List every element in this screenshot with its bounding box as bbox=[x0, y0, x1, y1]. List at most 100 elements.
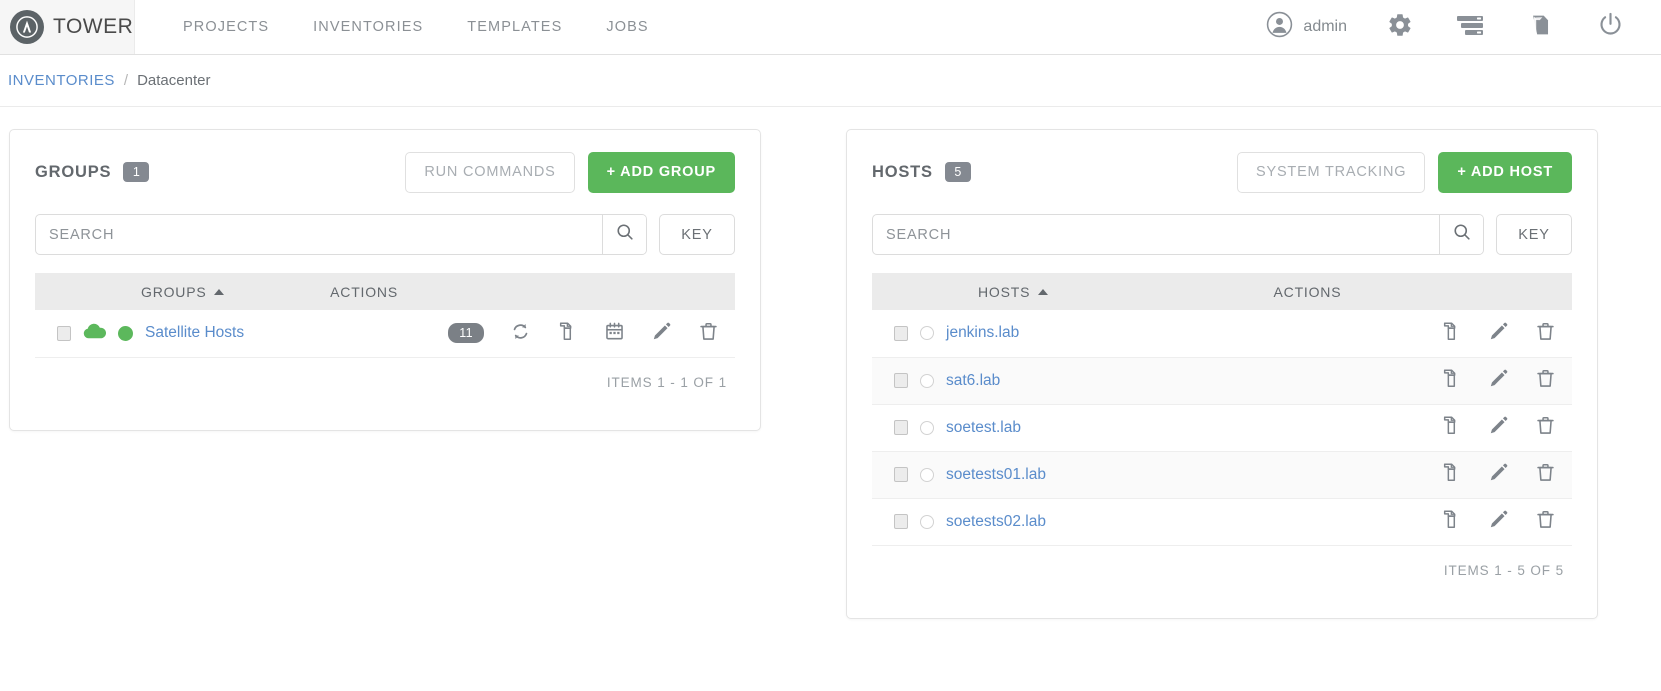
nav-item-inventories[interactable]: INVENTORIES bbox=[291, 0, 445, 54]
system-tracking-button[interactable]: SYSTEM TRACKING bbox=[1237, 151, 1426, 193]
table-row: sat6.lab bbox=[872, 357, 1572, 405]
groups-pagination-summary: ITEMS 1 - 1 OF 1 bbox=[606, 374, 727, 390]
host-name-link[interactable]: sat6.lab bbox=[946, 372, 1000, 390]
host-delete-button[interactable] bbox=[1535, 509, 1556, 534]
pencil-icon bbox=[1488, 462, 1509, 487]
host-row-radio[interactable] bbox=[920, 326, 934, 341]
trash-icon bbox=[1535, 415, 1556, 440]
table-row: soetest.lab bbox=[872, 404, 1572, 452]
table-row: soetests02.lab bbox=[872, 498, 1572, 546]
host-delete-button[interactable] bbox=[1535, 415, 1556, 440]
hosts-search-submit[interactable] bbox=[1439, 215, 1483, 254]
docs-button[interactable] bbox=[1505, 0, 1575, 54]
group-copy-button[interactable] bbox=[557, 321, 578, 346]
groups-panel: GROUPS 1 RUN COMMANDS + ADD GROUP SEARCH… bbox=[9, 129, 761, 431]
groups-search-input[interactable] bbox=[36, 215, 602, 254]
group-host-count-badge: 11 bbox=[448, 323, 484, 344]
host-row-checkbox[interactable] bbox=[894, 373, 908, 388]
host-row-radio[interactable] bbox=[920, 514, 934, 529]
copy-icon bbox=[1441, 509, 1462, 534]
brand-logo-area[interactable]: TOWER bbox=[0, 0, 135, 54]
trash-icon bbox=[1535, 321, 1556, 346]
power-icon bbox=[1597, 11, 1624, 43]
nav-item-templates[interactable]: TEMPLATES bbox=[445, 0, 584, 54]
add-host-button[interactable]: + ADD HOST bbox=[1438, 151, 1572, 193]
copy-icon bbox=[1441, 321, 1462, 346]
host-name-link[interactable]: jenkins.lab bbox=[946, 324, 1019, 342]
groups-search-box[interactable] bbox=[35, 214, 647, 255]
hosts-search-box[interactable] bbox=[872, 214, 1484, 255]
trash-icon bbox=[698, 321, 719, 346]
host-row-radio[interactable] bbox=[920, 373, 934, 388]
hosts-col-name-label: HOSTS bbox=[978, 283, 1031, 300]
host-copy-button[interactable] bbox=[1441, 368, 1462, 393]
groups-header-actions: RUN COMMANDS + ADD GROUP bbox=[405, 151, 735, 193]
sync-icon bbox=[510, 321, 531, 346]
host-row-checkbox[interactable] bbox=[894, 467, 908, 482]
groups-count-badge: 1 bbox=[123, 162, 150, 182]
table-row: jenkins.lab bbox=[872, 310, 1572, 358]
brand-name: TOWER bbox=[53, 15, 134, 38]
groups-search-submit[interactable] bbox=[602, 215, 646, 254]
host-row-radio[interactable] bbox=[920, 420, 934, 435]
groups-col-actions-header: ACTIONS bbox=[330, 273, 735, 310]
group-sync-button[interactable] bbox=[510, 321, 531, 346]
breadcrumb-current: Datacenter bbox=[137, 72, 211, 89]
host-row-checkbox[interactable] bbox=[894, 325, 908, 341]
host-copy-button[interactable] bbox=[1441, 321, 1462, 346]
group-edit-button[interactable] bbox=[651, 321, 672, 346]
host-edit-button[interactable] bbox=[1488, 462, 1509, 487]
group-row-checkbox[interactable] bbox=[57, 325, 71, 341]
primary-nav: PROJECTS INVENTORIES TEMPLATES JOBS bbox=[161, 0, 671, 54]
nav-item-projects[interactable]: PROJECTS bbox=[161, 0, 291, 54]
hosts-key-button[interactable]: KEY bbox=[1496, 214, 1572, 255]
hosts-title: HOSTS bbox=[872, 162, 933, 181]
host-name-link[interactable]: soetest.lab bbox=[946, 419, 1021, 437]
host-row-checkbox[interactable] bbox=[894, 514, 908, 529]
hosts-pagination-summary: ITEMS 1 - 5 OF 5 bbox=[1443, 562, 1564, 578]
group-delete-button[interactable] bbox=[698, 321, 719, 346]
groups-key-button[interactable]: KEY bbox=[659, 214, 735, 255]
group-status-dot bbox=[118, 325, 133, 341]
book-icon bbox=[1527, 12, 1553, 43]
host-edit-button[interactable] bbox=[1488, 321, 1509, 346]
settings-button[interactable] bbox=[1365, 0, 1435, 54]
host-copy-button[interactable] bbox=[1441, 509, 1462, 534]
group-name-link[interactable]: Satellite Hosts bbox=[145, 324, 244, 342]
host-delete-button[interactable] bbox=[1535, 462, 1556, 487]
host-copy-button[interactable] bbox=[1441, 462, 1462, 487]
host-row-radio[interactable] bbox=[920, 467, 934, 482]
hosts-header-actions: SYSTEM TRACKING + ADD HOST bbox=[1237, 151, 1572, 193]
breadcrumb-link-inventories[interactable]: INVENTORIES bbox=[8, 72, 115, 89]
copy-icon bbox=[1441, 462, 1462, 487]
host-edit-button[interactable] bbox=[1488, 415, 1509, 440]
logout-button[interactable] bbox=[1575, 0, 1645, 54]
server-stack-button[interactable] bbox=[1435, 0, 1505, 54]
host-edit-button[interactable] bbox=[1488, 368, 1509, 393]
nav-item-jobs[interactable]: JOBS bbox=[584, 0, 670, 54]
hosts-panel: HOSTS 5 SYSTEM TRACKING + ADD HOST SEARC… bbox=[846, 129, 1598, 619]
hosts-col-name-header[interactable]: HOSTS bbox=[872, 273, 1274, 310]
groups-table-header-row: GROUPS ACTIONS bbox=[35, 273, 735, 310]
add-group-button[interactable]: + ADD GROUP bbox=[587, 151, 735, 193]
host-delete-button[interactable] bbox=[1535, 321, 1556, 346]
host-name-link[interactable]: soetests02.lab bbox=[946, 513, 1046, 531]
run-commands-button[interactable]: RUN COMMANDS bbox=[405, 151, 575, 193]
host-copy-button[interactable] bbox=[1441, 415, 1462, 440]
top-navigation-bar: TOWER PROJECTS INVENTORIES TEMPLATES JOB… bbox=[0, 0, 1661, 55]
group-schedule-button[interactable] bbox=[604, 321, 625, 346]
breadcrumb-separator: / bbox=[123, 72, 129, 89]
groups-col-name-header[interactable]: GROUPS bbox=[35, 273, 331, 310]
user-menu[interactable]: admin bbox=[1248, 11, 1365, 43]
user-icon bbox=[1266, 11, 1293, 43]
trash-icon bbox=[1535, 462, 1556, 487]
hosts-search-input[interactable] bbox=[873, 215, 1439, 254]
search-icon bbox=[1452, 222, 1472, 247]
host-row-checkbox[interactable] bbox=[894, 420, 908, 435]
copy-icon bbox=[1441, 368, 1462, 393]
host-delete-button[interactable] bbox=[1535, 368, 1556, 393]
host-edit-button[interactable] bbox=[1488, 509, 1509, 534]
host-name-link[interactable]: soetests01.lab bbox=[946, 466, 1046, 484]
copy-icon bbox=[1441, 415, 1462, 440]
hosts-table-header-row: HOSTS ACTIONS bbox=[872, 273, 1572, 310]
